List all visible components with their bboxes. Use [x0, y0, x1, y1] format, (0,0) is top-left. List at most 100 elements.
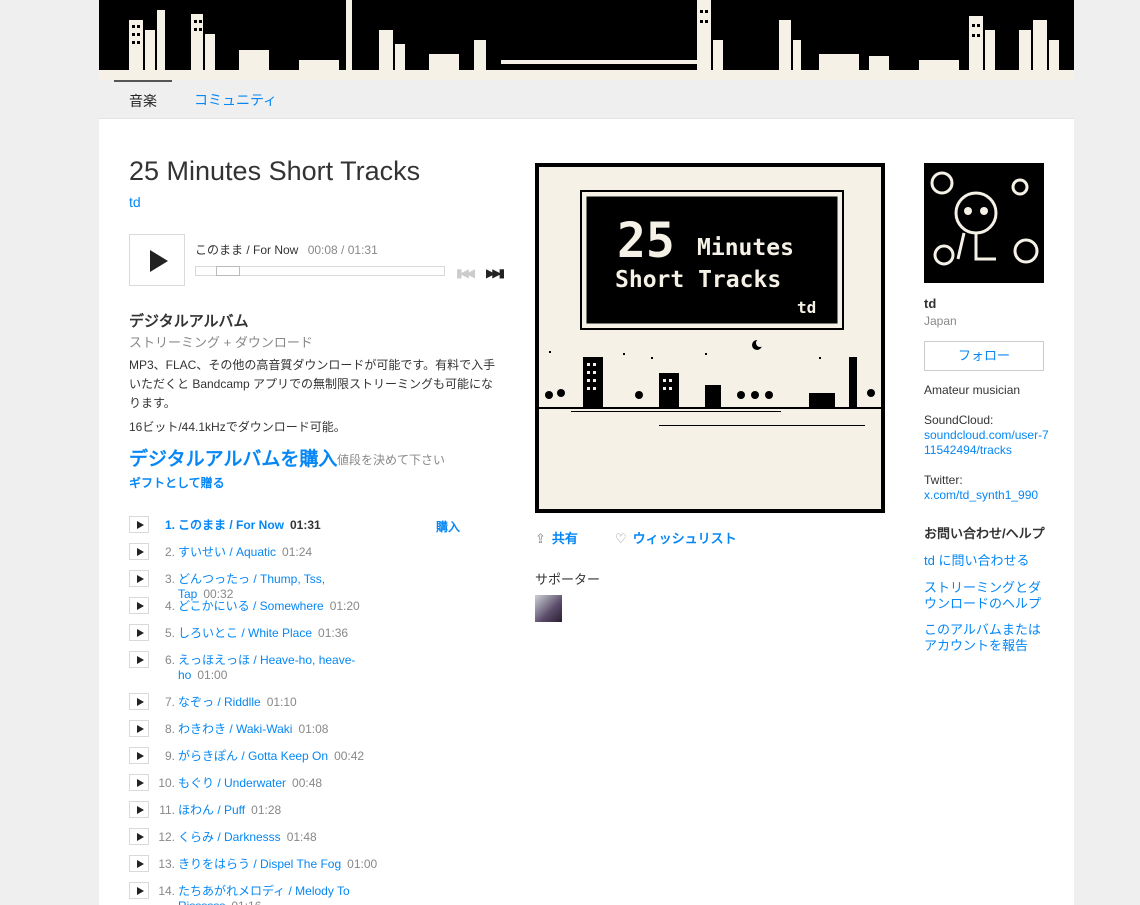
track-title-block: なぞっ / Riddlle 01:10	[178, 695, 378, 710]
digital-album-subheading: ストリーミング + ダウンロード	[129, 335, 313, 350]
track-number: 8.	[164, 722, 175, 736]
track-play-button[interactable]	[129, 855, 149, 872]
share-label: 共有	[551, 531, 578, 546]
album-title: 25 Minutes Short Tracks	[129, 156, 421, 186]
track-title[interactable]: どこかにいる / Somewhere	[178, 599, 324, 613]
track-title-block: わきわき / Waki-Waki 01:08	[178, 722, 378, 737]
track-title[interactable]: きりをはらう / Dispel The Fog	[178, 857, 341, 871]
follow-button[interactable]: フォロー	[924, 341, 1044, 371]
track-duration: 01:28	[251, 803, 282, 817]
streaming-help-link[interactable]: ストリーミングとダウンロードのヘルプ	[924, 580, 1049, 612]
play-icon	[137, 806, 144, 814]
report-link[interactable]: このアルバムまたはアカウントを報告	[924, 622, 1049, 654]
play-icon	[137, 860, 144, 868]
album-artist-link[interactable]: td	[129, 194, 141, 210]
wishlist-label: ウィッシュリスト	[632, 531, 737, 546]
track-play-button[interactable]	[129, 801, 149, 818]
artist-bio: Amateur musician	[924, 383, 1021, 397]
track-title[interactable]: わきわき / Waki-Waki	[178, 722, 292, 736]
track-duration: 01:00	[197, 668, 228, 682]
track-number: 9.	[164, 749, 175, 763]
contact-artist-link[interactable]: td に問い合わせる	[924, 553, 1049, 569]
track-play-button[interactable]	[129, 597, 149, 614]
previous-track-button[interactable]: ▮◀◀	[456, 266, 475, 280]
track-title[interactable]: このまま / For Now	[178, 518, 284, 532]
track-title[interactable]: もぐり / Underwater	[178, 776, 286, 790]
gift-link[interactable]: ギフトとして贈る	[129, 474, 225, 491]
track-title[interactable]: たちあがれメロディ / Melody To Rissssss	[178, 884, 350, 905]
supporter-avatar[interactable]	[535, 595, 562, 622]
track-number: 12.	[158, 830, 175, 844]
track-play-button[interactable]	[129, 516, 149, 533]
track-play-button[interactable]	[129, 570, 149, 587]
track-title[interactable]: なぞっ / Riddlle	[178, 695, 261, 709]
share-button[interactable]: ⇪ 共有	[535, 528, 578, 547]
track-number: 3.	[164, 572, 175, 586]
tab-music[interactable]: 音楽	[114, 80, 172, 119]
track-play-button[interactable]	[129, 651, 149, 668]
play-icon	[137, 521, 144, 529]
artist-location: Japan	[924, 314, 957, 328]
play-icon	[137, 752, 144, 760]
track-title[interactable]: どんつったっ / Thump, Tss, Tap	[178, 572, 325, 601]
play-icon	[137, 629, 144, 637]
track-title-block: くらみ / Darknesss 01:48	[178, 830, 378, 845]
track-title-block: もぐり / Underwater 00:48	[178, 776, 378, 791]
track-title[interactable]: くらみ / Darknesss	[178, 830, 281, 844]
track-duration: 01:36	[318, 626, 349, 640]
album-cover[interactable]: 25 Minutes Short Tracks td	[535, 163, 885, 513]
track-title-block: このまま / For Now 01:31	[178, 518, 378, 533]
track-play-button[interactable]	[129, 693, 149, 710]
soundcloud-block: SoundCloud: soundcloud.com/user-71154249…	[924, 413, 1049, 458]
track-number: 5.	[164, 626, 175, 640]
play-icon	[137, 833, 144, 841]
track-title[interactable]: すいせい / Aquatic	[178, 545, 276, 559]
cover-text-minutes: Minutes	[697, 235, 794, 261]
track-number: 6.	[164, 653, 175, 667]
track-title-block: どこかにいる / Somewhere 01:20	[178, 599, 378, 614]
track-duration: 01:20	[329, 599, 360, 613]
track-number: 2.	[164, 545, 175, 559]
track-play-button[interactable]	[129, 624, 149, 641]
play-icon	[137, 779, 144, 787]
header-banner	[99, 0, 1074, 80]
play-icon	[137, 575, 144, 583]
twitter-label: Twitter:	[924, 473, 963, 487]
track-play-button[interactable]	[129, 543, 149, 560]
artist-name[interactable]: td	[924, 296, 936, 311]
track-play-button[interactable]	[129, 747, 149, 764]
track-number: 10.	[158, 776, 175, 790]
twitter-link[interactable]: x.com/td_synth1_990	[924, 488, 1049, 503]
play-button[interactable]	[129, 234, 185, 286]
track-title-block: えっほえっほ / Heave-ho, heave-ho 01:00	[178, 653, 378, 683]
track-title-block: がらきぽん / Gotta Keep On 00:42	[178, 749, 378, 764]
now-playing-time: 00:08 / 01:31	[307, 243, 378, 257]
artist-photo[interactable]	[924, 163, 1044, 283]
progress-bar[interactable]	[195, 266, 445, 276]
track-buy-link[interactable]: 購入	[436, 518, 460, 535]
track-number: 11.	[159, 803, 175, 817]
play-icon	[137, 548, 144, 556]
track-play-button[interactable]	[129, 774, 149, 791]
track-title[interactable]: しろいとこ / White Place	[178, 626, 312, 640]
soundcloud-link[interactable]: soundcloud.com/user-711542494/tracks	[924, 428, 1049, 458]
previous-track-icon: ▮◀◀	[456, 266, 475, 280]
track-play-button[interactable]	[129, 882, 149, 899]
track-title[interactable]: ほわん / Puff	[178, 803, 245, 817]
track-play-button[interactable]	[129, 828, 149, 845]
next-track-button[interactable]: ▶▶▮	[486, 266, 505, 280]
top-nav: 音楽 コミュニティ	[99, 80, 1074, 119]
track-title-block: しろいとこ / White Place 01:36	[178, 626, 378, 641]
cover-text-short-tracks: Short Tracks	[615, 267, 781, 293]
progress-thumb[interactable]	[216, 266, 240, 276]
track-title-block: たちあがれメロディ / Melody To Rissssss01:16	[178, 884, 378, 905]
bitrate-note: 16ビット/44.1kHzでダウンロード可能。	[129, 420, 346, 434]
now-playing: このまま / For Now 00:08 / 01:31	[195, 241, 378, 258]
track-play-button[interactable]	[129, 720, 149, 737]
wishlist-button[interactable]: ♡ ウィッシュリスト	[615, 528, 737, 547]
track-title[interactable]: がらきぽん / Gotta Keep On	[178, 749, 328, 763]
tab-community[interactable]: コミュニティ	[194, 80, 277, 119]
buy-digital-album-link[interactable]: デジタルアルバムを購入	[129, 444, 337, 471]
help-heading: お問い合わせ/ヘルプ	[924, 526, 1045, 541]
play-icon	[137, 602, 144, 610]
